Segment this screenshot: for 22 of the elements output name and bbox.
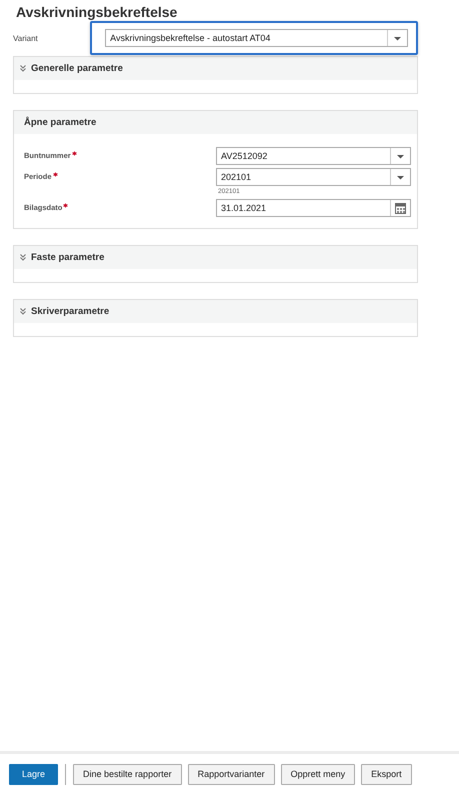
page-title: Avskrivningsbekreftelse — [16, 4, 178, 22]
panel-header[interactable]: Skriverparametre — [14, 300, 417, 323]
toolbar-button[interactable]: Dine bestilte rapporter — [73, 764, 182, 784]
caret-icon — [396, 154, 405, 158]
date-field[interactable]: 31.01.2021 — [216, 199, 411, 217]
toolbar-button[interactable]: Eksport — [361, 764, 412, 784]
panel-header[interactable]: Åpne parametre — [14, 111, 417, 134]
calendar-icon — [395, 202, 406, 214]
toolbar-button[interactable]: Rapportvarianter — [188, 764, 275, 784]
panel-header[interactable]: Generelle parametre — [14, 57, 417, 80]
field-label: Variant — [13, 34, 39, 42]
panel-header[interactable]: Faste parametre — [14, 246, 417, 269]
save-button[interactable]: Lagre — [9, 764, 58, 784]
chevron-icon — [20, 308, 26, 315]
chevron-icon — [20, 65, 26, 72]
toolbar-button[interactable]: Opprett meny — [280, 764, 356, 784]
dropdown[interactable]: AV2512092 — [216, 147, 411, 165]
chevron-icon — [20, 254, 26, 261]
caret-icon — [393, 36, 402, 40]
dropdown[interactable]: 202101 — [216, 168, 411, 186]
caret-icon — [396, 174, 405, 180]
variant-dropdown[interactable]: Avskrivningsbekreftelse - autostart AT04 — [105, 29, 408, 47]
